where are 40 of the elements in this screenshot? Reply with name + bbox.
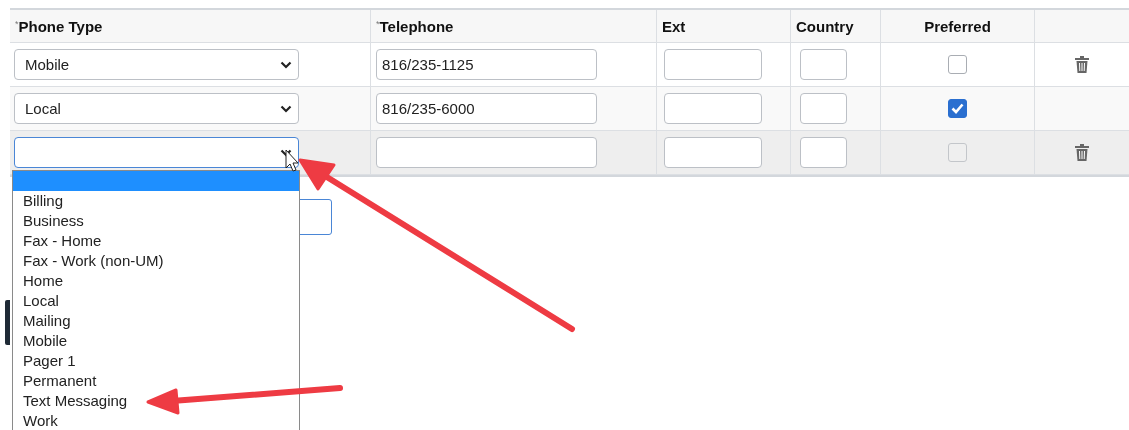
dropdown-option[interactable]: Text Messaging (13, 391, 299, 411)
country-field[interactable] (800, 93, 847, 124)
dropdown-option[interactable]: Mailing (13, 311, 299, 331)
select-value: Mobile (25, 56, 70, 73)
column-header: Ext (662, 17, 686, 35)
telephone-field[interactable]: 816/235-6000 (376, 93, 597, 124)
side-handle (5, 300, 10, 345)
dropdown-option[interactable]: Mobile (13, 331, 299, 351)
chevron-down-icon (280, 60, 292, 69)
extension-field[interactable] (664, 93, 762, 124)
select-value: Local (25, 100, 61, 117)
column-header: Preferred (924, 17, 991, 35)
dropdown-option[interactable]: Permanent (13, 371, 299, 391)
dropdown-option[interactable]: Work (13, 411, 299, 430)
column-header: Phone Type (18, 17, 103, 35)
preferred-checkbox[interactable] (948, 99, 967, 118)
trash-icon[interactable] (1075, 56, 1089, 73)
required-marker: * (15, 19, 19, 29)
dropdown-option[interactable]: Pager 1 (13, 351, 299, 371)
preferred-checkbox[interactable] (948, 55, 967, 74)
country-field[interactable] (800, 137, 847, 168)
trash-icon[interactable] (1075, 144, 1089, 161)
chevron-down-icon (280, 104, 292, 113)
extension-field[interactable] (664, 137, 762, 168)
column-header: Telephone (379, 17, 454, 35)
dropdown-option[interactable]: Fax - Home (13, 231, 299, 251)
telephone-field[interactable] (376, 137, 597, 168)
dropdown-option[interactable]: Billing (13, 191, 299, 211)
country-field[interactable] (800, 49, 847, 80)
required-marker: * (376, 19, 380, 29)
dropdown-option[interactable]: Fax - Work (non-UM) (13, 251, 299, 271)
phone-type-select[interactable] (14, 137, 299, 168)
extension-field[interactable] (664, 49, 762, 80)
phone-type-select[interactable]: Mobile (14, 49, 299, 80)
phone-type-select[interactable]: Local (14, 93, 299, 124)
dropdown-option[interactable]: Business (13, 211, 299, 231)
telephone-field[interactable]: 816/235-1125 (376, 49, 597, 80)
dropdown-option[interactable]: Home (13, 271, 299, 291)
column-header: Country (796, 17, 854, 35)
dropdown-option[interactable]: Local (13, 291, 299, 311)
